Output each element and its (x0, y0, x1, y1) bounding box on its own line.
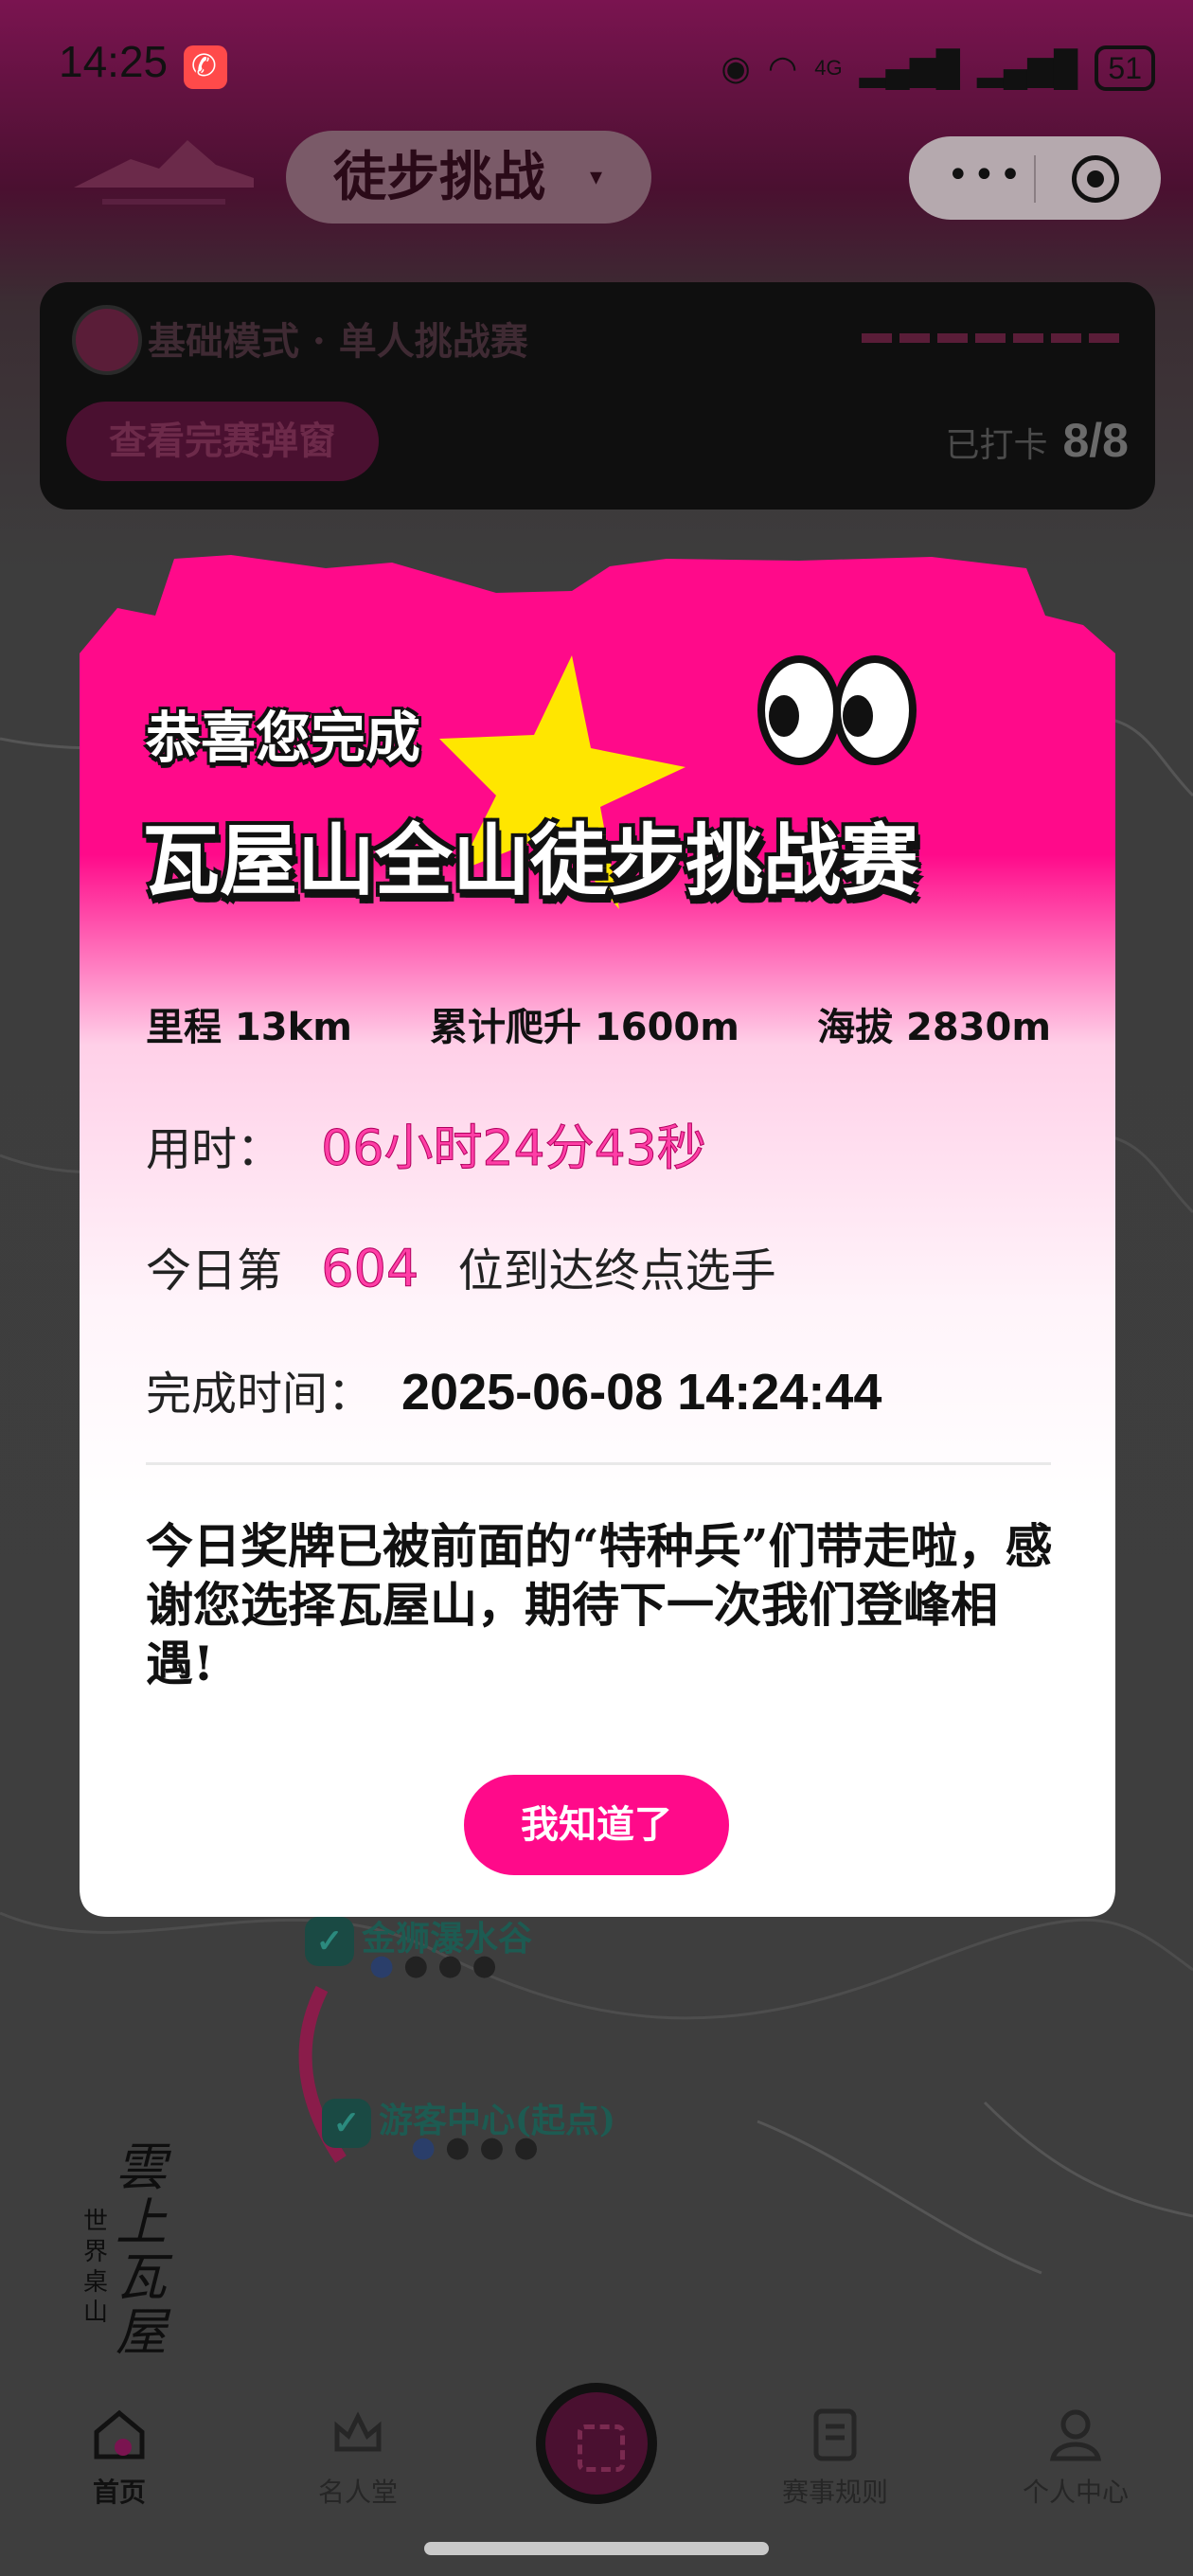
home-indicator[interactable] (424, 2542, 769, 2555)
stat-elevation-gain: 累计爬升 1600m (430, 1006, 739, 1049)
nfc-icon: ◉ (721, 48, 751, 87)
tab-hall-of-fame[interactable]: 名人堂 (282, 2406, 434, 2510)
crown-icon (334, 2411, 382, 2452)
brand-calligraphy-logo: 世界桌山 雲上瓦屋 (83, 2140, 197, 2360)
tab-rules[interactable]: 赛事规则 (759, 2406, 911, 2510)
rank-suffix: 位到达终点选手 (457, 1244, 776, 1297)
chevron-down-icon: ▾ (589, 163, 602, 191)
avatar (72, 305, 142, 375)
home-icon (94, 2409, 145, 2460)
mode-card: 基础模式 · 单人挑战赛 查看完赛弹窗 已打卡 8/8 (40, 282, 1155, 510)
acknowledge-button[interactable]: 我知道了 (464, 1775, 729, 1875)
brand-right-text: 雲上瓦屋 (116, 2138, 167, 2362)
modal-subtitle: 恭喜您完成 (146, 706, 421, 770)
mode-label: 基础模式 · 单人挑战赛 (148, 319, 528, 364)
challenge-selector[interactable]: 徒步挑战 ▾ (286, 131, 651, 224)
tab-label: 名人堂 (317, 2477, 398, 2508)
stat-altitude: 海拔 2830m (817, 1006, 1051, 1049)
finish-time-row: 完成时间： 2025-06-08 14:24:44 (146, 1356, 881, 1422)
finish-time-label: 完成时间： (146, 1368, 374, 1421)
people-icons: ●●●● (369, 1949, 507, 1982)
mini-program-capsule: ••• (909, 136, 1161, 220)
medal-message: 今日奖牌已被前面的“特种兵”们带走啦，感谢您选择瓦屋山，期待下一次我们登峰相遇! (146, 1518, 1053, 1691)
clock: 14:25 (59, 37, 169, 86)
tab-home[interactable]: 首页 (44, 2406, 195, 2510)
check-icon: ✓ (322, 2099, 371, 2148)
tab-profile[interactable]: 个人中心 (1000, 2406, 1151, 2510)
duration-value: 06小时24分43秒 (321, 1120, 707, 1178)
stats-row: 里程 13km 累计爬升 1600m 海拔 2830m (146, 996, 1051, 1051)
app-screen: 14:25 ◉ ◠ 4G ▂▄▆█ ▂▄▆█ 51 徒步挑战 ▾ ••• 基础模… (0, 0, 1193, 2576)
battery-icon: 51 (1095, 45, 1155, 91)
progress-dashes (862, 333, 1127, 343)
duration-label: 用时： (146, 1123, 283, 1176)
tab-label: 赛事规则 (781, 2477, 888, 2508)
mountain-logo-icon (74, 140, 254, 205)
system-icons: ◉ ◠ 4G ▂▄▆█ ▂▄▆█ 51 (721, 42, 1155, 95)
rank-row: 今日第 604 位到达终点选手 (146, 1233, 776, 1299)
tab-label: 个人中心 (1022, 2477, 1129, 2508)
finish-time-value: 2025-06-08 14:24:44 (401, 1364, 882, 1421)
duration-row: 用时： 06小时24分43秒 (146, 1108, 706, 1179)
signal-icon-2: ▂▄▆█ (977, 48, 1078, 87)
status-bar: 14:25 ◉ ◠ 4G ▂▄▆█ ▂▄▆█ 51 (0, 0, 1193, 133)
close-target-icon[interactable] (1072, 155, 1119, 203)
rank-prefix: 今日第 (146, 1244, 283, 1297)
tab-label: 首页 (92, 2477, 146, 2508)
checkin-count: 已打卡 8/8 (945, 413, 1129, 468)
document-icon (813, 2408, 857, 2461)
view-finish-popup-button[interactable]: 查看完赛弹窗 (66, 402, 379, 481)
checkin-label: 已打卡 (945, 426, 1048, 465)
checkin-value: 8/8 (1062, 414, 1129, 467)
check-icon: ✓ (305, 1917, 354, 1966)
modal-title: 瓦屋山全山徒步挑战赛 (142, 816, 919, 906)
scan-button[interactable] (536, 2383, 657, 2504)
capsule-divider (1034, 155, 1036, 203)
completion-modal: 恭喜您完成 瓦屋山全山徒步挑战赛 里程 13km 累计爬升 1600m 海拔 2… (80, 549, 1115, 1917)
call-icon (184, 45, 227, 89)
rank-value: 604 (321, 1239, 419, 1299)
wifi-icon: ◠ (767, 48, 798, 87)
brand-left-text: 世界桌山 (83, 2208, 109, 2327)
challenge-title: 徒步挑战 (333, 146, 545, 208)
stat-distance: 里程 13km (146, 1006, 352, 1049)
more-icon[interactable]: ••• (947, 153, 1025, 197)
person-icon (1049, 2409, 1102, 2461)
signal-icon: ▂▄▆█ (859, 48, 961, 87)
divider (146, 1462, 1051, 1465)
network-label: 4G (814, 56, 843, 80)
people-icons: ●●●● (411, 2131, 548, 2164)
